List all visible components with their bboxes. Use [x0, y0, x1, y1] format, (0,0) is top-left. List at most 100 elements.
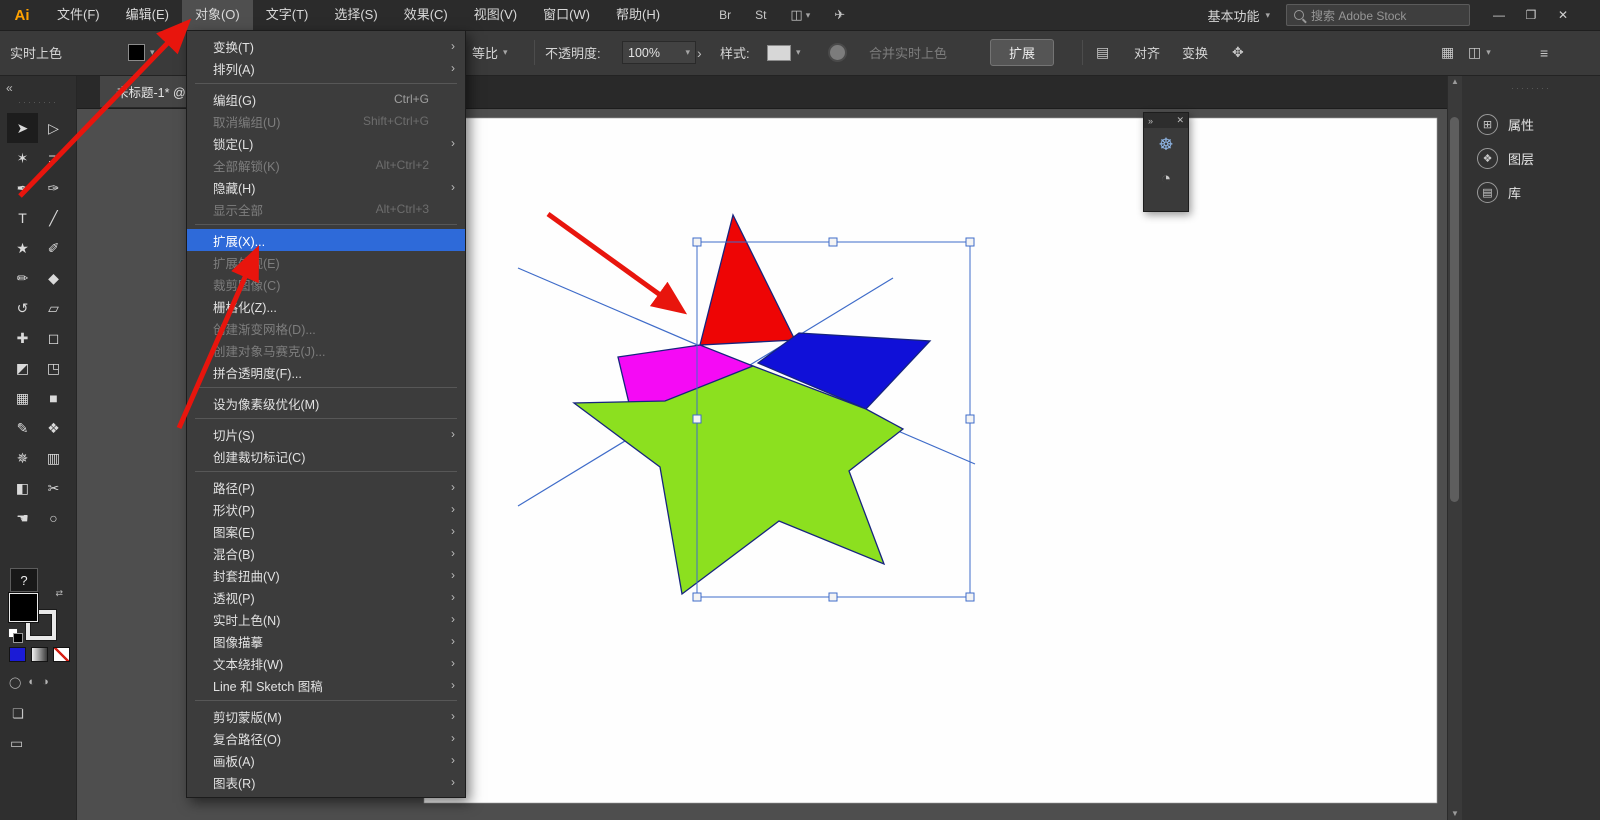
- draw-behind-mode[interactable]: ◐: [28, 676, 35, 689]
- object-menu-item[interactable]: 文本绕排(W)›: [187, 652, 465, 674]
- object-menu-item[interactable]: 拼合透明度(F)...: [187, 361, 465, 383]
- scroll-down-icon[interactable]: ▼: [1448, 809, 1462, 818]
- default-stroke-swatch[interactable]: [13, 633, 23, 643]
- direct-selection-tool[interactable]: ▷: [38, 113, 69, 143]
- bridge-icon[interactable]: Br: [719, 8, 731, 22]
- app-logo[interactable]: Ai: [0, 7, 44, 24]
- blend-tool[interactable]: ❖: [38, 413, 69, 443]
- object-menu-item[interactable]: 透视(P)›: [187, 586, 465, 608]
- opacity-input[interactable]: 100% ▾: [622, 30, 696, 75]
- gradient-tool[interactable]: ■: [38, 383, 69, 413]
- expand-button[interactable]: 扩展: [990, 30, 1054, 75]
- object-menu-item[interactable]: Line 和 Sketch 图稿›: [187, 674, 465, 696]
- curvature-tool[interactable]: ✑: [38, 173, 69, 203]
- help-tool-button[interactable]: ?: [10, 568, 38, 592]
- close-icon[interactable]: ✕: [1176, 115, 1184, 126]
- panel-dock-dropdown[interactable]: ◫ ▾: [1468, 30, 1491, 75]
- object-menu-item[interactable]: 图案(E)›: [187, 520, 465, 542]
- live-paint-bucket-button[interactable]: ☸: [1144, 128, 1188, 162]
- screen-mode-icon[interactable]: ❏: [12, 706, 24, 722]
- vertical-scrollbar[interactable]: ▲ ▼: [1447, 75, 1462, 820]
- selection-handle[interactable]: [829, 593, 837, 601]
- free-transform-icon[interactable]: ✥: [1232, 30, 1244, 75]
- selection-handle[interactable]: [966, 238, 974, 246]
- shape-builder-tool[interactable]: ◩: [7, 353, 38, 383]
- object-menu-item[interactable]: 形状(P)›: [187, 498, 465, 520]
- selection-handle[interactable]: [693, 593, 701, 601]
- shape-mode-button[interactable]: ◔: [1144, 162, 1188, 196]
- line-segment-tool[interactable]: ╱: [38, 203, 69, 233]
- scrollbar-thumb[interactable]: [1450, 117, 1459, 502]
- properties-panel[interactable]: ⊞属性: [1462, 107, 1600, 141]
- close-button[interactable]: ✕: [1550, 0, 1576, 30]
- artboard[interactable]: [424, 118, 1437, 803]
- menubar-item[interactable]: 编辑(E): [113, 0, 182, 30]
- gradient-swatch-button[interactable]: [32, 648, 47, 661]
- object-menu-item[interactable]: 画板(A)›: [187, 749, 465, 771]
- workspace-switcher[interactable]: 基本功能 ▾: [1207, 6, 1270, 25]
- workspace-grid-icon[interactable]: ▦: [1441, 30, 1454, 75]
- selection-tool[interactable]: ➤: [7, 113, 38, 143]
- pencil-tool[interactable]: ✏: [7, 263, 38, 293]
- object-menu-item[interactable]: 栅格化(Z)...: [187, 295, 465, 317]
- object-menu-item[interactable]: 封套扭曲(V)›: [187, 564, 465, 586]
- object-menu-item[interactable]: 图表(R)›: [187, 771, 465, 793]
- object-menu-item[interactable]: 切片(S)›: [187, 423, 465, 445]
- collapse-panel-button[interactable]: «: [6, 81, 13, 95]
- expand-panel-icon[interactable]: »: [1148, 116, 1153, 126]
- menubar-item[interactable]: 帮助(H): [603, 0, 673, 30]
- panel-toggle-icon[interactable]: ▤: [1096, 30, 1109, 75]
- artboard-tool[interactable]: ◧: [7, 473, 38, 503]
- fill-swatch[interactable]: [10, 594, 37, 621]
- object-menu-item[interactable]: 图像描摹›: [187, 630, 465, 652]
- object-menu-item[interactable]: 路径(P)›: [187, 476, 465, 498]
- selection-handle[interactable]: [966, 415, 974, 423]
- object-menu-item[interactable]: 设为像素级优化(M): [187, 392, 465, 414]
- selection-handle[interactable]: [693, 415, 701, 423]
- libraries-panel[interactable]: ▤库: [1462, 175, 1600, 209]
- swap-fill-stroke-icon[interactable]: ⇄: [55, 588, 63, 599]
- star-tool[interactable]: ★: [7, 233, 38, 263]
- eyedropper-tool[interactable]: ✎: [7, 413, 38, 443]
- slice-tool[interactable]: ✂: [38, 473, 69, 503]
- menubar-item[interactable]: 选择(S): [321, 0, 390, 30]
- screen-mode-wide-icon[interactable]: ▭: [10, 735, 23, 752]
- draw-normal-mode[interactable]: ◯: [9, 676, 21, 689]
- eraser-tool[interactable]: ◆: [38, 263, 69, 293]
- perspective-grid-tool[interactable]: ◳: [38, 353, 69, 383]
- object-menu-item[interactable]: 混合(B)›: [187, 542, 465, 564]
- object-menu-item[interactable]: 锁定(L)›: [187, 132, 465, 154]
- proportion-dropdown[interactable]: 等比 ▾: [472, 30, 508, 75]
- opacity-panel-arrow[interactable]: ›: [697, 30, 702, 75]
- selection-handle[interactable]: [693, 238, 701, 246]
- draw-inside-mode[interactable]: ◑: [42, 676, 49, 689]
- object-menu-item[interactable]: 复合路径(O)›: [187, 727, 465, 749]
- fill-color-dropdown[interactable]: ▾: [128, 30, 155, 75]
- free-transform-tool[interactable]: ◻: [38, 323, 69, 353]
- panel-grip[interactable]: ········: [1462, 75, 1600, 93]
- share-button[interactable]: ✈: [834, 7, 845, 23]
- none-swatch-button[interactable]: [54, 648, 69, 661]
- rotate-tool[interactable]: ↺: [7, 293, 38, 323]
- mesh-tool[interactable]: ▦: [7, 383, 38, 413]
- object-menu-item[interactable]: 变换(T)›: [187, 35, 465, 57]
- object-menu-item[interactable]: 剪切蒙版(M)›: [187, 705, 465, 727]
- type-tool[interactable]: T: [7, 203, 38, 233]
- transform-panel-button[interactable]: 变换: [1182, 30, 1208, 75]
- scroll-up-icon[interactable]: ▲: [1448, 77, 1462, 86]
- panel-grip[interactable]: ········: [0, 97, 76, 107]
- menubar-item[interactable]: 文件(F): [44, 0, 113, 30]
- recolor-artwork-button[interactable]: [828, 30, 847, 75]
- object-menu-item[interactable]: 隐藏(H)›: [187, 176, 465, 198]
- arrange-documents-button[interactable]: ◫ ▾: [790, 7, 810, 23]
- object-menu-item[interactable]: 扩展(X)...: [187, 229, 465, 251]
- hand-tool[interactable]: ☚: [7, 503, 38, 533]
- menubar-item[interactable]: 效果(C): [391, 0, 461, 30]
- symbol-sprayer-tool[interactable]: ✵: [7, 443, 38, 473]
- paintbrush-tool[interactable]: ✐: [38, 233, 69, 263]
- menubar-item[interactable]: 窗口(W): [530, 0, 603, 30]
- object-menu-item[interactable]: 创建裁切标记(C): [187, 445, 465, 467]
- minimize-button[interactable]: —: [1486, 0, 1512, 30]
- object-menu-item[interactable]: 排列(A)›: [187, 57, 465, 79]
- align-panel-button[interactable]: 对齐: [1134, 30, 1160, 75]
